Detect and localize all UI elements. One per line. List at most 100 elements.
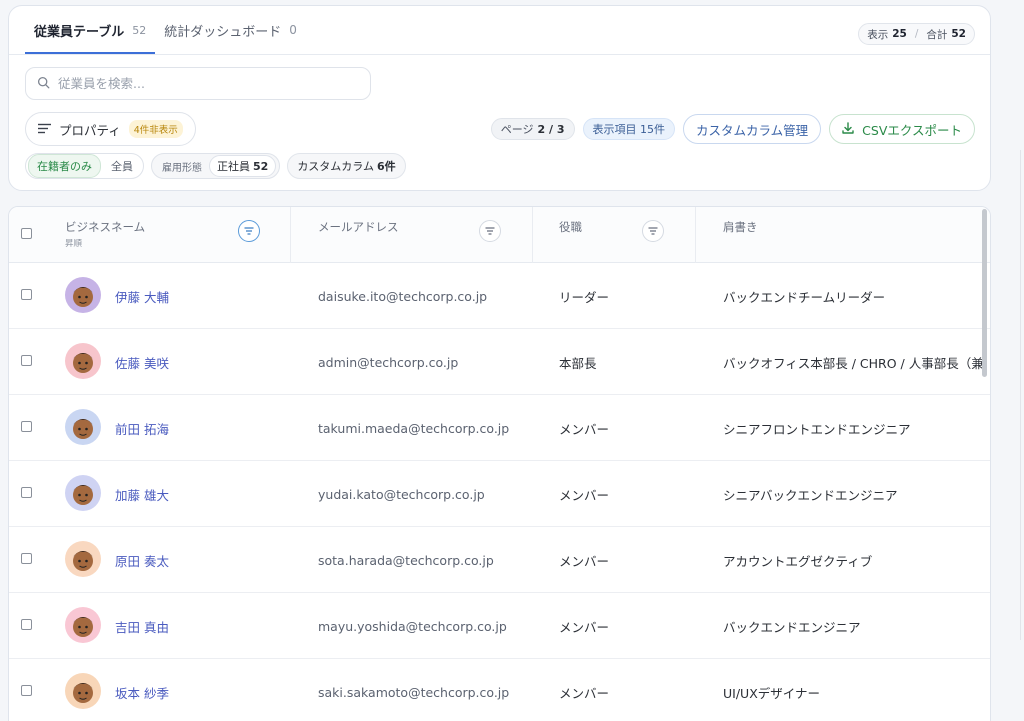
table-row[interactable]: 原田 奏太 sota.harada@techcorp.co.jp メンバー アカ… xyxy=(9,527,990,593)
employment-value: 正社員 52 xyxy=(209,155,277,177)
employee-name-link[interactable]: 前田 拓海 xyxy=(115,395,169,461)
page-label: ページ xyxy=(500,123,534,136)
employee-name-link[interactable]: 伊藤 大輔 xyxy=(115,263,169,329)
avatar xyxy=(65,277,101,313)
employee-email: sota.harada@techcorp.co.jp xyxy=(318,552,494,568)
page-indicator: ページ 2 / 3 xyxy=(490,118,575,140)
column-role[interactable]: 役職 xyxy=(533,207,696,263)
employment-count: 52 xyxy=(253,160,269,173)
row-checkbox[interactable] xyxy=(21,421,32,432)
filter-icon[interactable] xyxy=(238,220,260,242)
filter-icon[interactable] xyxy=(479,220,501,242)
properties-label: プロパティ xyxy=(59,122,121,138)
status-option-all[interactable]: 全員 xyxy=(103,155,141,177)
employee-role: メンバー xyxy=(559,487,610,503)
avatar xyxy=(65,673,101,709)
avatar xyxy=(65,541,101,577)
page-value: 2 / 3 xyxy=(537,122,565,136)
avatar xyxy=(65,409,101,445)
display-value: 25 xyxy=(892,28,907,40)
column-label: 役職 xyxy=(559,220,582,234)
employment-label: 雇用形態 xyxy=(162,162,202,174)
employee-name-link[interactable]: 坂本 紗季 xyxy=(115,659,169,721)
properties-button[interactable]: プロパティ 4件非表示 xyxy=(25,112,196,146)
custom-column-filter[interactable]: カスタムカラム 6件 xyxy=(287,153,406,179)
employee-table: ビジネスネーム 昇順 メールアドレス 役職 肩書き 伊藤 大輔 daisuke.… xyxy=(8,206,991,721)
filter-bar: 在籍者のみ 全員 雇用形態 正社員 52 カスタムカラム 6件 xyxy=(25,153,406,179)
employee-role: メンバー xyxy=(559,553,610,569)
tab-label: 統計ダッシュボード xyxy=(164,24,282,40)
vertical-scrollbar[interactable] xyxy=(982,209,987,377)
table-row[interactable]: 加藤 雄大 yudai.kato@techcorp.co.jp メンバー シニア… xyxy=(9,461,990,527)
sort-order-label: 昇順 xyxy=(65,239,83,249)
column-email[interactable]: メールアドレス xyxy=(291,207,533,263)
employee-role: メンバー xyxy=(559,421,610,437)
avatar xyxy=(65,475,101,511)
employee-email: takumi.maeda@techcorp.co.jp xyxy=(318,420,510,436)
filter-icon[interactable] xyxy=(642,220,664,242)
column-label: ビジネスネーム xyxy=(65,220,146,234)
tab-count: 52 xyxy=(132,23,147,37)
employee-email: saki.sakamoto@techcorp.co.jp xyxy=(318,684,510,700)
toolbar-card: 従業員テーブル 52 統計ダッシュボード 0 表示 25 / 合計 52 プロパ… xyxy=(8,5,991,191)
table-row[interactable]: 前田 拓海 takumi.maeda@techcorp.co.jp メンバー シ… xyxy=(9,395,990,461)
table-row[interactable]: 吉田 真由 mayu.yoshida@techcorp.co.jp メンバー バ… xyxy=(9,593,990,659)
total-label: 合計 xyxy=(926,28,948,41)
right-controls: ページ 2 / 3 表示項目 15件 カスタムカラム管理 CSVエクスポート xyxy=(490,114,975,144)
table-row[interactable]: 伊藤 大輔 daisuke.ito@techcorp.co.jp リーダー バッ… xyxy=(9,263,990,329)
column-label: 肩書き xyxy=(723,220,758,234)
column-title[interactable]: 肩書き xyxy=(696,207,990,263)
employee-title: シニアバックエンドエンジニア xyxy=(723,487,898,503)
row-checkbox[interactable] xyxy=(21,487,32,498)
employee-email: yudai.kato@techcorp.co.jp xyxy=(318,486,485,502)
employee-title: UI/UXデザイナー xyxy=(723,685,821,701)
menu-lines-icon xyxy=(38,122,51,137)
visible-columns-chip[interactable]: 表示項目 15件 xyxy=(582,118,676,140)
employment-value-text: 正社員 xyxy=(217,160,250,173)
employee-title: バックエンドチームリーダー xyxy=(723,289,886,305)
employee-email: daisuke.ito@techcorp.co.jp xyxy=(318,288,488,304)
select-all-checkbox[interactable] xyxy=(21,228,32,239)
display-label: 表示 xyxy=(867,28,889,41)
employee-role: 本部長 xyxy=(559,355,597,371)
status-segment: 在籍者のみ 全員 xyxy=(25,153,144,179)
employee-name-link[interactable]: 原田 奏太 xyxy=(115,527,169,593)
download-icon xyxy=(842,121,854,137)
column-label: メールアドレス xyxy=(318,220,399,234)
table-row[interactable]: 坂本 紗季 saki.sakamoto@techcorp.co.jp メンバー … xyxy=(9,659,990,721)
summary-separator: / xyxy=(914,28,919,40)
divider xyxy=(9,54,990,55)
record-summary: 表示 25 / 合計 52 xyxy=(858,23,975,45)
column-business-name[interactable]: ビジネスネーム 昇順 xyxy=(65,207,291,263)
employment-type-filter[interactable]: 雇用形態 正社員 52 xyxy=(151,153,281,179)
employee-name-link[interactable]: 吉田 真由 xyxy=(115,593,169,659)
hidden-count-badge: 4件非表示 xyxy=(128,120,183,138)
employee-email: admin@techcorp.co.jp xyxy=(318,354,459,370)
custom-column-label: カスタムカラム xyxy=(297,160,374,173)
employee-name-link[interactable]: 佐藤 美咲 xyxy=(115,329,169,395)
employee-title: アカウントエグゼクティブ xyxy=(723,553,873,569)
tab-stats-dashboard[interactable]: 統計ダッシュボード 0 xyxy=(155,6,306,54)
row-checkbox[interactable] xyxy=(21,355,32,366)
tab-employee-table[interactable]: 従業員テーブル 52 xyxy=(25,6,156,54)
csv-export-button[interactable]: CSVエクスポート xyxy=(829,114,975,144)
table-header: ビジネスネーム 昇順 メールアドレス 役職 肩書き xyxy=(9,207,990,263)
row-checkbox[interactable] xyxy=(21,289,32,300)
search-input[interactable] xyxy=(58,76,348,91)
table-row[interactable]: 佐藤 美咲 admin@techcorp.co.jp 本部長 バックオフィス本部… xyxy=(9,329,990,395)
employee-title: シニアフロントエンドエンジニア xyxy=(723,421,911,437)
tab-bar: 従業員テーブル 52 統計ダッシュボード 0 xyxy=(25,6,306,54)
employee-role: リーダー xyxy=(559,289,610,305)
employee-name-link[interactable]: 加藤 雄大 xyxy=(115,461,169,527)
status-option-active[interactable]: 在籍者のみ xyxy=(28,154,101,178)
search-icon xyxy=(37,74,50,93)
row-checkbox[interactable] xyxy=(21,619,32,630)
custom-column-button[interactable]: カスタムカラム管理 xyxy=(683,114,822,144)
row-checkbox[interactable] xyxy=(21,553,32,564)
tab-count: 0 xyxy=(289,23,297,37)
row-checkbox[interactable] xyxy=(21,685,32,696)
employee-title: バックオフィス本部長 / CHRO / 人事部長（兼 xyxy=(723,355,984,371)
avatar xyxy=(65,607,101,643)
employee-title: バックエンドエンジニア xyxy=(723,619,861,635)
employee-email: mayu.yoshida@techcorp.co.jp xyxy=(318,618,507,634)
